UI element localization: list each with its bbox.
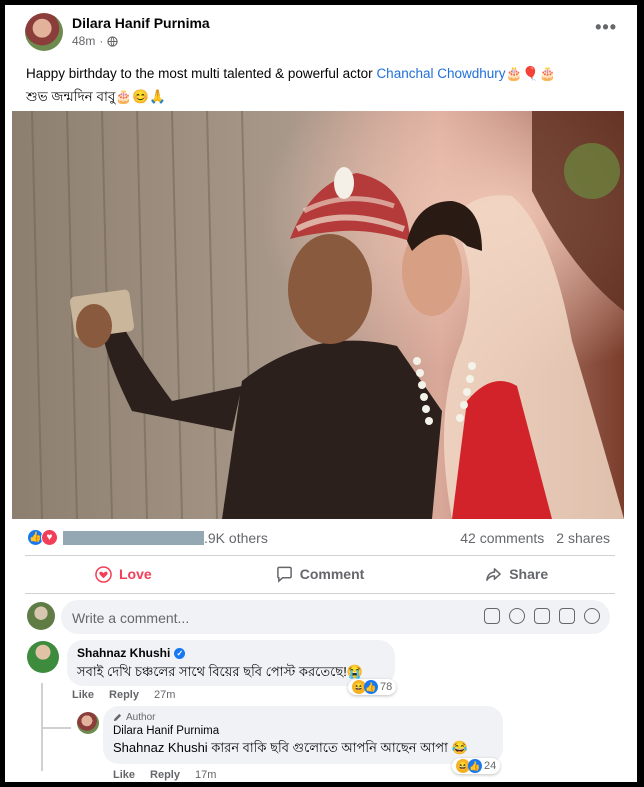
reaction-others-count[interactable]: .9K others bbox=[204, 530, 268, 546]
comment-label: Comment bbox=[299, 566, 365, 582]
author-avatar[interactable] bbox=[25, 13, 63, 51]
commenter-avatar[interactable] bbox=[27, 641, 59, 673]
caption-line-2: শুভ জন্মদিন বাবু🎂😊🙏 bbox=[26, 89, 166, 104]
sticker-icon[interactable] bbox=[484, 608, 500, 624]
author-name[interactable]: Dilara Hanif Purnima bbox=[72, 15, 210, 31]
reply-bubble: Author Dilara Hanif Purnima Shahnaz Khus… bbox=[103, 706, 503, 764]
caption-emoji: 🎂🎈🎂 bbox=[505, 66, 556, 81]
comment-placeholder: Write a comment... bbox=[72, 610, 190, 626]
heart-icon bbox=[95, 565, 112, 583]
reaction-count: 24 bbox=[484, 760, 497, 772]
replier-avatar[interactable] bbox=[77, 712, 99, 734]
emoji-icon[interactable] bbox=[509, 608, 525, 624]
tagged-person-link[interactable]: Chanchal Chowdhury bbox=[376, 66, 505, 81]
more-options-button[interactable]: ••• bbox=[595, 17, 617, 38]
like-icon: 👍 bbox=[364, 680, 378, 694]
pencil-icon bbox=[113, 713, 122, 722]
post-card: Dilara Hanif Purnima 48m · ••• Happy bir… bbox=[5, 5, 637, 782]
reply-text: Shahnaz Khushi কারন বাকি ছবি গুলোতে আপনি… bbox=[113, 739, 493, 760]
divider bbox=[25, 593, 615, 594]
reaction-count: 78 bbox=[380, 681, 393, 693]
post-time[interactable]: 48m bbox=[72, 34, 95, 48]
engagement-counts: 42 comments 2 shares bbox=[460, 530, 610, 546]
reaction-stats: 👍 ♥ .9K others 42 comments 2 shares bbox=[5, 525, 637, 551]
comment-text: সবাই দেখি চঞ্চলের সাথে বিয়ের ছবি পোস্ট … bbox=[77, 664, 364, 679]
reply-link[interactable]: Reply bbox=[150, 769, 180, 781]
redacted-names bbox=[63, 531, 204, 545]
comment-reactions[interactable]: 😆 👍 78 bbox=[348, 679, 397, 695]
reply-thread-connector bbox=[41, 727, 71, 729]
reply-text-body: কারন বাকি ছবি গুলোতে আপনি আছেন আপা 😂 bbox=[207, 740, 468, 755]
reaction-icons[interactable]: 👍 ♥ bbox=[27, 529, 58, 546]
reply-link[interactable]: Reply bbox=[109, 689, 139, 701]
post-caption: Happy birthday to the most multi talente… bbox=[26, 62, 626, 108]
post-meta: 48m · bbox=[72, 34, 119, 48]
caption-line-1: Happy birthday to the most multi talente… bbox=[26, 62, 626, 85]
comment-meta: Like Reply 27m bbox=[72, 689, 175, 701]
comment-icon bbox=[276, 566, 292, 583]
reply-meta: Like Reply 17m bbox=[113, 769, 216, 781]
comment-input[interactable]: Write a comment... bbox=[61, 600, 610, 634]
love-label: Love bbox=[118, 566, 152, 582]
author-tag-label: Author bbox=[126, 712, 156, 723]
caption-text: Happy birthday to the most multi talente… bbox=[26, 66, 377, 81]
love-icon: ♥ bbox=[41, 529, 58, 546]
comment-composer: Write a comment... bbox=[25, 600, 615, 636]
like-link[interactable]: Like bbox=[113, 769, 135, 781]
comment-bubble: Shahnaz Khushi ✓ সবাই দেখি চঞ্চলের সাথে … bbox=[67, 640, 395, 686]
shares-count[interactable]: 2 shares bbox=[556, 530, 610, 546]
like-icon: 👍 bbox=[468, 759, 482, 773]
current-user-avatar[interactable] bbox=[27, 602, 55, 630]
comment-button[interactable]: Comment bbox=[222, 558, 419, 590]
composer-tools bbox=[484, 608, 600, 624]
author-tag: Author bbox=[113, 712, 493, 723]
gif-icon[interactable] bbox=[559, 608, 575, 624]
reply-reactions[interactable]: 😆 👍 24 bbox=[452, 758, 501, 774]
divider bbox=[25, 555, 615, 556]
post-photo[interactable] bbox=[12, 111, 624, 519]
love-button[interactable]: Love bbox=[25, 558, 222, 590]
share-icon bbox=[486, 567, 502, 581]
like-link[interactable]: Like bbox=[72, 689, 94, 701]
comment-time[interactable]: 27m bbox=[154, 689, 175, 701]
reply-time[interactable]: 17m bbox=[195, 769, 216, 781]
mention-link[interactable]: Shahnaz Khushi bbox=[113, 740, 208, 755]
camera-icon[interactable] bbox=[534, 608, 550, 624]
comments-count[interactable]: 42 comments bbox=[460, 530, 544, 546]
post-header: Dilara Hanif Purnima 48m · ••• bbox=[5, 5, 637, 55]
replier-name[interactable]: Dilara Hanif Purnima bbox=[113, 725, 493, 737]
commenter-name-row: Shahnaz Khushi ✓ bbox=[77, 646, 385, 660]
avatar-sticker-icon[interactable] bbox=[584, 608, 600, 624]
share-button[interactable]: Share bbox=[418, 558, 615, 590]
post-actions: Love Comment Share bbox=[25, 558, 615, 590]
globe-icon bbox=[107, 35, 119, 47]
share-label: Share bbox=[509, 566, 549, 582]
commenter-name[interactable]: Shahnaz Khushi bbox=[77, 646, 170, 660]
photo-image bbox=[12, 111, 624, 519]
verified-badge-icon: ✓ bbox=[174, 647, 186, 659]
